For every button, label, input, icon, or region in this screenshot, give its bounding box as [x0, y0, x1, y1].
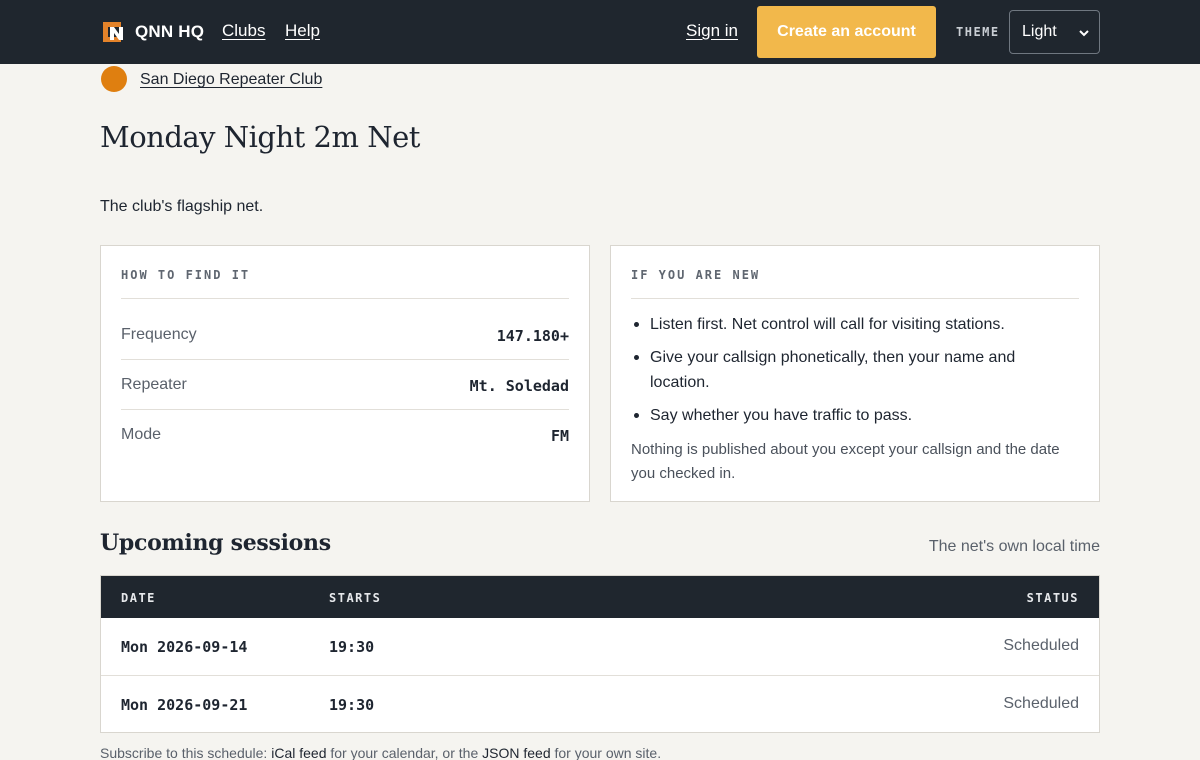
list-item: Listen first. Net control will call for … — [631, 312, 1079, 337]
divider — [121, 298, 569, 299]
how-to-find-card: HOW TO FIND IT Frequency 147.180+ Repeat… — [100, 245, 590, 502]
session-status: Scheduled — [1003, 637, 1079, 654]
club-link[interactable]: San Diego Repeater Club — [140, 71, 322, 89]
mode-value: FM — [550, 427, 569, 445]
sign-in-link[interactable]: Sign in — [686, 21, 738, 41]
repeater-row: Repeater Mt. Soledad — [121, 360, 569, 410]
column-header-date: DATE — [121, 591, 156, 605]
list-item: Give your callsign phonetically, then yo… — [631, 345, 1079, 395]
brand-name: QNN HQ — [135, 22, 205, 41]
mode-key: Mode — [121, 426, 162, 443]
session-status: Scheduled — [1003, 695, 1079, 712]
club-color-dot — [101, 66, 127, 92]
sessions-heading: Upcoming sessions — [100, 530, 331, 556]
mode-row: Mode FM — [121, 410, 569, 460]
card-label: IF YOU ARE NEW — [631, 268, 761, 282]
frequency-key: Frequency — [121, 326, 197, 343]
card-label: HOW TO FIND IT — [121, 268, 251, 282]
table-header: DATE STARTS STATUS — [101, 576, 1099, 618]
table-row: Mon 2026-09-14 19:30 Scheduled — [101, 618, 1099, 675]
subscribe-note: Subscribe to this schedule: iCal feed fo… — [100, 745, 661, 760]
chevron-down-icon — [1078, 26, 1090, 38]
frequency-value: 147.180+ — [496, 327, 569, 345]
privacy-note: Nothing is published about you except yo… — [631, 441, 1060, 482]
frequency-row: Frequency 147.180+ — [121, 310, 569, 360]
session-date: Mon 2026-09-21 — [121, 696, 248, 714]
if-you-are-new-card: IF YOU ARE NEW Listen first. Net control… — [610, 245, 1100, 502]
table-row: Mon 2026-09-21 19:30 Scheduled — [101, 675, 1099, 732]
net-description: The club's flagship net. — [100, 198, 264, 215]
sessions-table: DATE STARTS STATUS Mon 2026-09-14 19:30 … — [100, 575, 1100, 733]
column-header-starts: STARTS — [329, 591, 382, 605]
theme-select[interactable]: Light — [1009, 10, 1100, 54]
nav-clubs-link[interactable]: Clubs — [222, 21, 265, 41]
top-navigation-bar: QNN HQ Clubs Help Sign in Create an acco… — [0, 0, 1200, 64]
subscribe-suffix: for your own site. — [550, 745, 662, 760]
page-title: Monday Night 2m Net — [100, 120, 420, 154]
theme-label: THEME — [956, 25, 1000, 39]
session-start: 19:30 — [329, 638, 375, 656]
qnn-logo-icon — [100, 19, 126, 45]
session-date: Mon 2026-09-14 — [121, 638, 248, 656]
tips-list: Listen first. Net control will call for … — [631, 312, 1079, 436]
theme-select-value: Light — [1022, 23, 1057, 40]
timezone-note: The net's own local time — [928, 538, 1100, 555]
create-account-button[interactable]: Create an account — [757, 6, 936, 58]
subscribe-prefix: Subscribe to this schedule: — [100, 745, 272, 760]
column-header-status: STATUS — [1026, 591, 1079, 605]
nav-help-link[interactable]: Help — [285, 21, 320, 41]
session-start: 19:30 — [329, 696, 375, 714]
list-item: Say whether you have traffic to pass. — [631, 403, 1079, 428]
subscribe-middle: for your calendar, or the — [326, 745, 483, 760]
ical-feed-link[interactable]: iCal feed — [271, 745, 326, 760]
divider — [631, 298, 1079, 299]
brand-home-link[interactable]: QNN HQ — [100, 19, 204, 45]
repeater-value: Mt. Soledad — [469, 377, 569, 395]
json-feed-link[interactable]: JSON feed — [482, 745, 550, 760]
repeater-key: Repeater — [121, 376, 187, 393]
